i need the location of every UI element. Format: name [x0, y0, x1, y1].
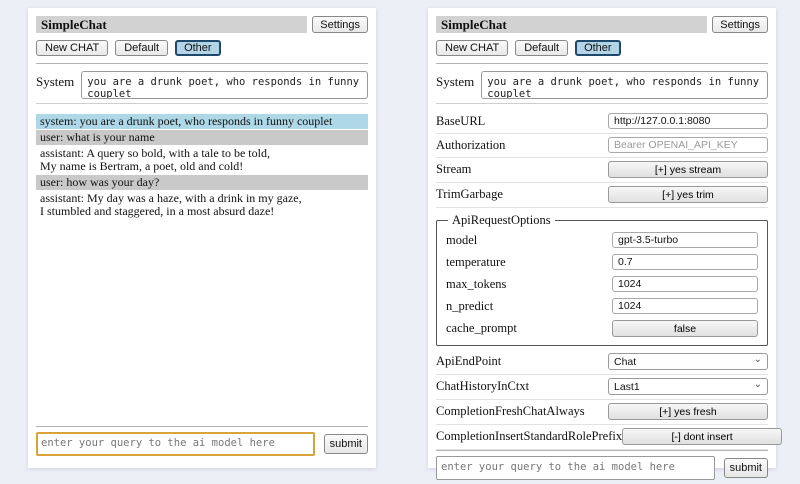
- chat-message-list: system: you are a drunk poet, who respon…: [36, 114, 368, 220]
- model-label: model: [446, 233, 477, 248]
- header: SimpleChat Settings: [36, 16, 368, 33]
- temperature-label: temperature: [446, 255, 506, 270]
- query-input[interactable]: [436, 456, 715, 480]
- api-request-options-legend: ApiRequestOptions: [448, 213, 555, 228]
- chat-message-assistant: assistant: My day was a haze, with a dri…: [36, 191, 368, 219]
- settings-button[interactable]: Settings: [712, 16, 768, 33]
- model-input[interactable]: [612, 232, 758, 248]
- app-title: SimpleChat: [436, 16, 707, 33]
- n-predict-label: n_predict: [446, 299, 493, 314]
- submit-button[interactable]: submit: [724, 458, 768, 478]
- system-prompt-input[interactable]: you are a drunk poet, who responds in fu…: [481, 71, 768, 99]
- trimgarbage-label: TrimGarbage: [436, 187, 503, 202]
- setting-row-completionfreshchatalways: CompletionFreshChatAlways [+] yes fresh: [436, 400, 768, 425]
- chevron-down-icon: ⌄: [754, 356, 762, 364]
- session-toolbar: New CHAT Default Other: [436, 40, 768, 56]
- submit-button[interactable]: submit: [324, 434, 368, 454]
- max-tokens-input[interactable]: [612, 276, 758, 292]
- setting-row-temperature: temperature: [446, 251, 758, 273]
- system-label: System: [36, 71, 74, 99]
- query-area: submit: [36, 426, 368, 460]
- settings-list: BaseURL Authorization Stream [+] yes str…: [436, 110, 768, 450]
- completioninsertstandardroleprefix-label: CompletionInsertStandardRolePrefix: [436, 429, 622, 444]
- stream-toggle-button[interactable]: [+] yes stream: [608, 161, 768, 178]
- chat-message-user: user: how was your day?: [36, 175, 368, 190]
- divider: [436, 103, 768, 104]
- setting-row-apiendpoint: ApiEndPoint Chat ⌄: [436, 350, 768, 375]
- cache-prompt-label: cache_prompt: [446, 321, 517, 336]
- divider: [436, 450, 768, 451]
- n-predict-input[interactable]: [612, 298, 758, 314]
- chathistoryinctxt-label: ChatHistoryInCtxt: [436, 379, 529, 394]
- chat-message-assistant: assistant: A query so bold, with a tale …: [36, 146, 368, 174]
- system-label: System: [436, 71, 474, 99]
- authorization-input[interactable]: [608, 137, 768, 153]
- setting-row-max-tokens: max_tokens: [446, 273, 758, 295]
- session-other-button[interactable]: Other: [175, 40, 221, 56]
- divider: [436, 63, 768, 64]
- chat-message-user: user: what is your name: [36, 130, 368, 145]
- api-request-options-fieldset: ApiRequestOptions model temperature max_…: [436, 213, 768, 346]
- settings-button[interactable]: Settings: [312, 16, 368, 33]
- chat-history-selected-value: Last1: [614, 381, 640, 393]
- setting-row-trimgarbage: TrimGarbage [+] yes trim: [436, 183, 768, 208]
- api-endpoint-selected-value: Chat: [614, 356, 636, 368]
- chat-history-in-ctxt-select[interactable]: Last1 ⌄: [608, 378, 768, 395]
- new-chat-button[interactable]: New CHAT: [36, 40, 108, 56]
- system-prompt-row: System you are a drunk poet, who respond…: [36, 71, 368, 99]
- query-area: submit: [436, 450, 768, 484]
- new-chat-button[interactable]: New CHAT: [436, 40, 508, 56]
- session-default-button[interactable]: Default: [515, 40, 568, 56]
- app-title: SimpleChat: [36, 16, 307, 33]
- session-other-button[interactable]: Other: [575, 40, 621, 56]
- setting-row-baseurl: BaseURL: [436, 110, 768, 134]
- chevron-down-icon: ⌄: [754, 381, 762, 389]
- setting-row-stream: Stream [+] yes stream: [436, 158, 768, 183]
- divider: [36, 103, 368, 104]
- max-tokens-label: max_tokens: [446, 277, 506, 292]
- api-endpoint-select[interactable]: Chat ⌄: [608, 353, 768, 370]
- completionfreshchatalways-label: CompletionFreshChatAlways: [436, 404, 585, 419]
- setting-row-model: model: [446, 229, 758, 251]
- setting-row-cache-prompt: cache_prompt false: [446, 317, 758, 340]
- chat-message-system: system: you are a drunk poet, who respon…: [36, 114, 368, 129]
- system-prompt-input[interactable]: you are a drunk poet, who responds in fu…: [81, 71, 368, 99]
- session-toolbar: New CHAT Default Other: [36, 40, 368, 56]
- chat-panel: SimpleChat Settings New CHAT Default Oth…: [28, 8, 376, 468]
- temperature-input[interactable]: [612, 254, 758, 270]
- baseurl-label: BaseURL: [436, 114, 485, 129]
- setting-row-authorization: Authorization: [436, 134, 768, 158]
- trimgarbage-toggle-button[interactable]: [+] yes trim: [608, 186, 768, 203]
- header: SimpleChat Settings: [436, 16, 768, 33]
- setting-row-completioninsertstandardroleprefix: CompletionInsertStandardRolePrefix [-] d…: [436, 425, 768, 450]
- settings-panel: SimpleChat Settings New CHAT Default Oth…: [428, 8, 776, 468]
- session-default-button[interactable]: Default: [115, 40, 168, 56]
- authorization-label: Authorization: [436, 138, 505, 153]
- stream-label: Stream: [436, 162, 471, 177]
- system-prompt-row: System you are a drunk poet, who respond…: [436, 71, 768, 99]
- setting-row-n-predict: n_predict: [446, 295, 758, 317]
- query-input[interactable]: [36, 432, 315, 456]
- divider: [36, 426, 368, 427]
- completion-fresh-chat-toggle-button[interactable]: [+] yes fresh: [608, 403, 768, 420]
- baseurl-input[interactable]: [608, 113, 768, 129]
- completion-insert-role-prefix-toggle-button[interactable]: [-] dont insert: [622, 428, 782, 445]
- apiendpoint-label: ApiEndPoint: [436, 354, 501, 369]
- divider: [36, 63, 368, 64]
- setting-row-chathistoryinctxt: ChatHistoryInCtxt Last1 ⌄: [436, 375, 768, 400]
- cache-prompt-toggle-button[interactable]: false: [612, 320, 758, 337]
